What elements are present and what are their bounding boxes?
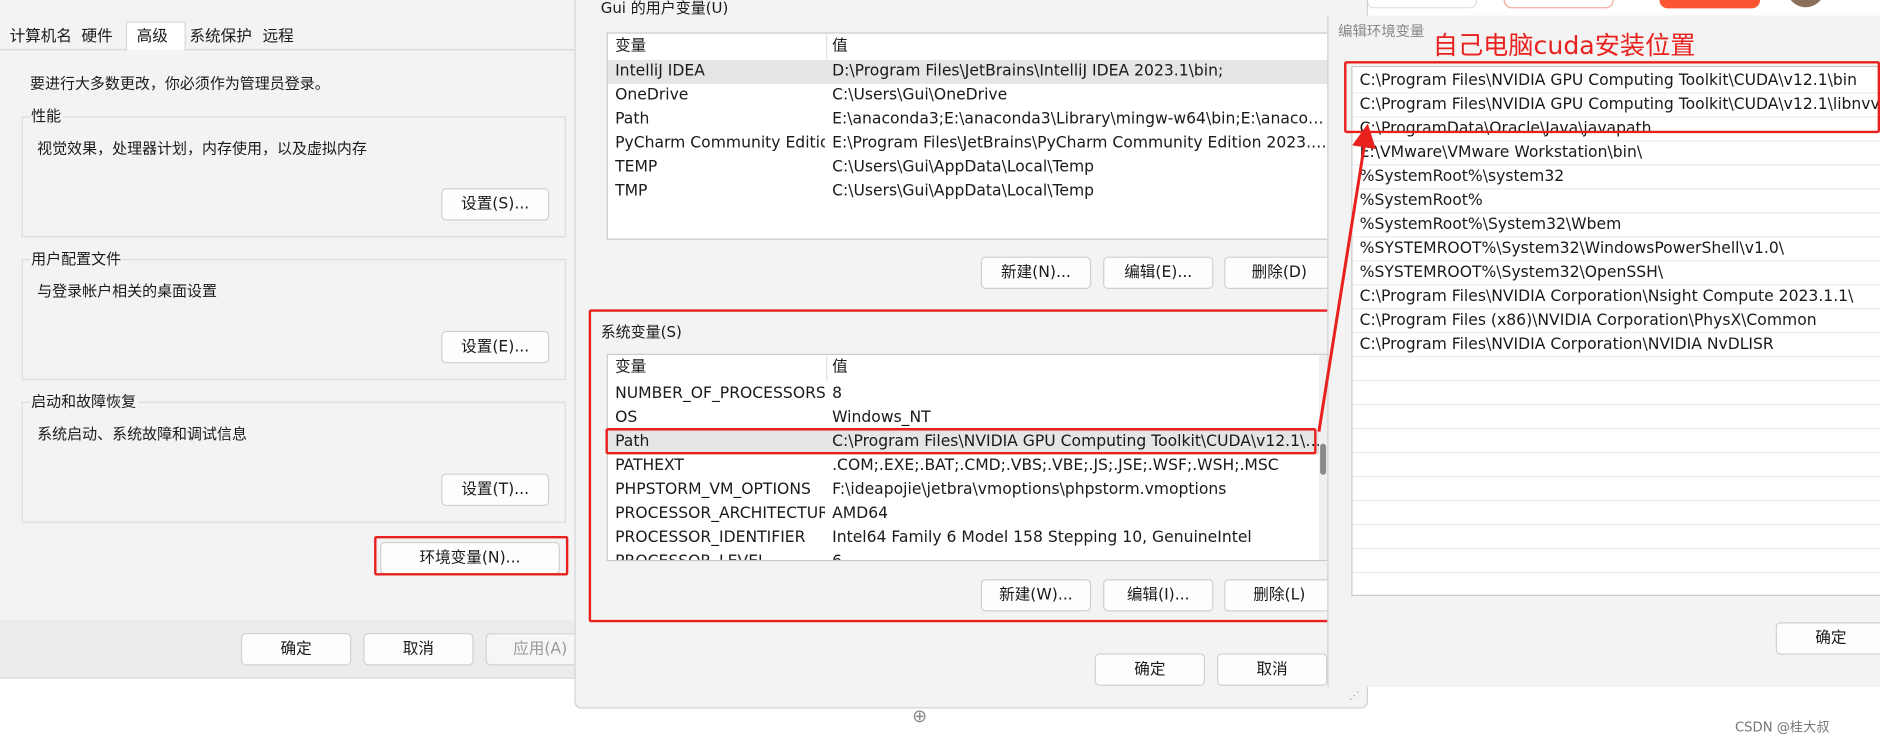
watermark: CSDN @桂大叔 [1734,719,1830,735]
screenshot-stage: 计算机名 硬件 高级 系统保护 远程 要进行大多数更改，你必须作为管理员登录。 … [0,0,1880,745]
annotation-arrow [1317,123,1376,432]
move-cursor-icon: ⊕ [912,705,928,727]
